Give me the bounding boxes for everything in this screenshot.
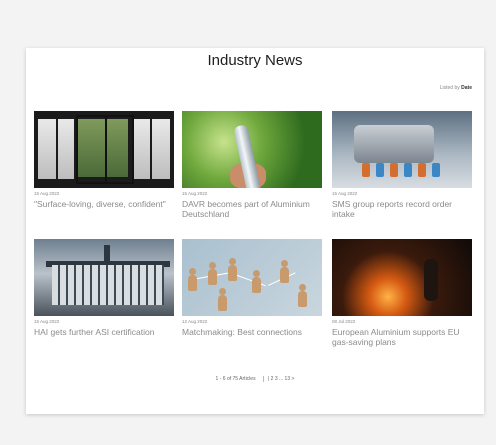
article-card[interactable]: 15 Aug 2022 HAI gets further ASI certifi…: [34, 239, 174, 337]
news-panel: Industry News Listed by Date 15 Aug 2022…: [26, 48, 484, 414]
sort-indicator[interactable]: Listed by Date: [440, 85, 472, 91]
article-headline[interactable]: "Surface-loving, diverse, confident": [34, 199, 174, 209]
article-card[interactable]: 15 Aug 2022 "Surface-loving, diverse, co…: [34, 111, 174, 209]
article-image-glass-doors[interactable]: [34, 111, 174, 188]
pagination-pages[interactable]: | 2 3 ... 13 >: [262, 376, 295, 382]
article-headline[interactable]: Matchmaking: Best connections: [182, 327, 322, 337]
sort-value[interactable]: Date: [461, 85, 472, 91]
article-image-furnace[interactable]: [332, 239, 472, 316]
article-date: 15 Aug 2022: [34, 319, 60, 324]
article-headline[interactable]: SMS group reports record order intake: [332, 199, 472, 219]
article-headline[interactable]: DAVR becomes part of Aluminium Deutschla…: [182, 199, 322, 219]
article-date: 15 Aug 2022: [182, 191, 208, 196]
article-date: 15 Aug 2022: [332, 191, 358, 196]
page-title: Industry News: [207, 52, 303, 69]
article-image-industrial-plant[interactable]: [332, 111, 472, 188]
article-date: 15 Aug 2022: [34, 191, 60, 196]
article-image-factory-building[interactable]: [34, 239, 174, 316]
pagination-summary: 1 - 6 of 75 Articles: [215, 376, 256, 382]
article-card[interactable]: 15 Aug 2022 DAVR becomes part of Alumini…: [182, 111, 322, 219]
article-card[interactable]: 12 Aug 2022 Matchmaking: Best connection…: [182, 239, 322, 337]
article-date: 08 Jul 2022: [332, 319, 356, 324]
pagination: 1 - 6 of 75 Articles | 2 3 ... 13 >: [26, 376, 484, 382]
article-date: 12 Aug 2022: [182, 319, 208, 324]
article-card[interactable]: 15 Aug 2022 SMS group reports record ord…: [332, 111, 472, 219]
article-card[interactable]: 08 Jul 2022 European Aluminium supports …: [332, 239, 472, 347]
article-image-wooden-figures[interactable]: [182, 239, 322, 316]
article-headline[interactable]: European Aluminium supports EU gas-savin…: [332, 327, 472, 347]
article-headline[interactable]: HAI gets further ASI certification: [34, 327, 174, 337]
sort-label: Listed by: [439, 85, 460, 91]
article-image-bottle[interactable]: [182, 111, 322, 188]
